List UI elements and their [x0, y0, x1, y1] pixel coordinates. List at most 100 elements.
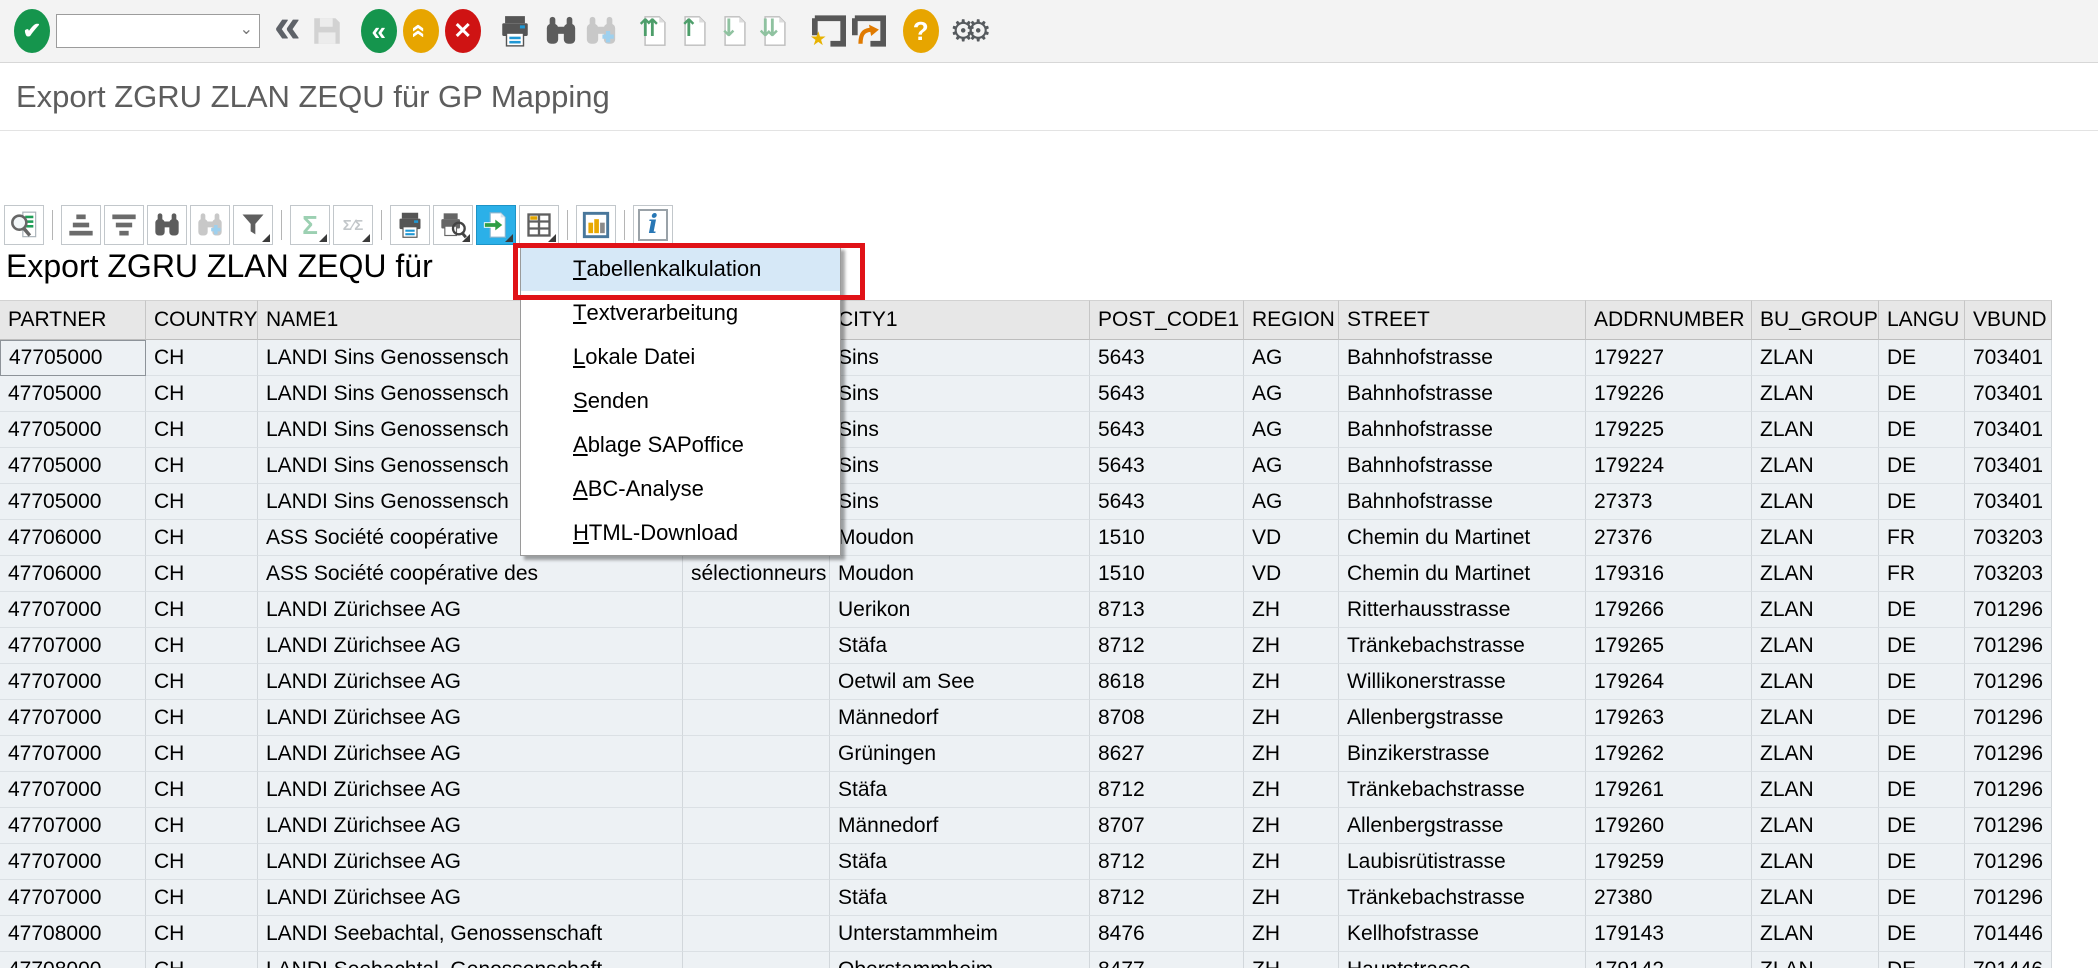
- cell-region[interactable]: ZH: [1244, 844, 1339, 880]
- cell-langu[interactable]: DE: [1879, 340, 1965, 376]
- cell-city1[interactable]: Stäfa: [830, 772, 1090, 808]
- cell-partner[interactable]: 47707000: [0, 772, 146, 808]
- cell-street[interactable]: Bahnhofstrasse: [1339, 376, 1586, 412]
- cell-addrnumber[interactable]: 179316: [1586, 556, 1752, 592]
- column-header-vbund[interactable]: VBUND: [1965, 300, 2052, 340]
- cell-post-code1[interactable]: 8477: [1090, 952, 1244, 968]
- cell-city1[interactable]: Männedorf: [830, 808, 1090, 844]
- graphic-icon[interactable]: [576, 205, 616, 245]
- cell-street[interactable]: Chemin du Martinet: [1339, 520, 1586, 556]
- cell-country[interactable]: CH: [146, 628, 258, 664]
- cell-vbund[interactable]: 701296: [1965, 628, 2052, 664]
- cell-country[interactable]: CH: [146, 952, 258, 968]
- column-header-partner[interactable]: PARTNER: [0, 300, 146, 340]
- cancel-circle-icon[interactable]: ✕: [445, 9, 481, 53]
- cell-langu[interactable]: DE: [1879, 448, 1965, 484]
- command-field[interactable]: ⌄: [56, 14, 260, 48]
- cell-addrnumber[interactable]: 179143: [1586, 916, 1752, 952]
- cell-addrnumber[interactable]: 179259: [1586, 844, 1752, 880]
- column-header-city1[interactable]: CITY1: [830, 300, 1090, 340]
- cell-vbund[interactable]: 703401: [1965, 484, 2052, 520]
- cell-bu-group[interactable]: ZLAN: [1752, 448, 1879, 484]
- cell-vbund[interactable]: 701296: [1965, 592, 2052, 628]
- cell-addrnumber[interactable]: 179264: [1586, 664, 1752, 700]
- cell-vbund[interactable]: 701296: [1965, 772, 2052, 808]
- cell-region[interactable]: AG: [1244, 340, 1339, 376]
- menu-item-lokale-datei[interactable]: Lokale Datei: [521, 335, 840, 379]
- cell-name1[interactable]: LANDI Zürichsee AG: [258, 700, 683, 736]
- cell-country[interactable]: CH: [146, 736, 258, 772]
- cell-street[interactable]: Allenbergstrasse: [1339, 808, 1586, 844]
- cell-addrnumber[interactable]: 179142: [1586, 952, 1752, 968]
- cell-city1[interactable]: Sins: [830, 448, 1090, 484]
- column-header-region[interactable]: REGION: [1244, 300, 1339, 340]
- menu-item-ablage-sapoffice[interactable]: Ablage SAPoffice: [521, 423, 840, 467]
- cell-addrnumber[interactable]: 179224: [1586, 448, 1752, 484]
- cell-vbund[interactable]: 703401: [1965, 412, 2052, 448]
- cell-street[interactable]: Tränkebachstrasse: [1339, 772, 1586, 808]
- menu-item-abc-analyse[interactable]: ABC-Analyse: [521, 467, 840, 511]
- cell-langu[interactable]: DE: [1879, 700, 1965, 736]
- details-icon[interactable]: [4, 205, 44, 245]
- cell-name2[interactable]: [683, 664, 830, 700]
- help-icon[interactable]: ?: [903, 9, 939, 53]
- cell-city1[interactable]: Moudon: [830, 556, 1090, 592]
- cell-region[interactable]: VD: [1244, 520, 1339, 556]
- cell-partner[interactable]: 47707000: [0, 664, 146, 700]
- cell-bu-group[interactable]: ZLAN: [1752, 520, 1879, 556]
- cell-street[interactable]: Bahnhofstrasse: [1339, 412, 1586, 448]
- cell-langu[interactable]: DE: [1879, 736, 1965, 772]
- cell-name2[interactable]: [683, 628, 830, 664]
- print-icon[interactable]: [495, 9, 535, 53]
- cell-country[interactable]: CH: [146, 808, 258, 844]
- cell-langu[interactable]: DE: [1879, 952, 1965, 968]
- cell-street[interactable]: Chemin du Martinet: [1339, 556, 1586, 592]
- command-input[interactable]: [61, 17, 235, 45]
- cell-region[interactable]: ZH: [1244, 592, 1339, 628]
- cell-name1[interactable]: LANDI Zürichsee AG: [258, 880, 683, 916]
- cell-post-code1[interactable]: 5643: [1090, 376, 1244, 412]
- column-header-bu-group[interactable]: BU_GROUP: [1752, 300, 1879, 340]
- choose-layout-icon[interactable]: [519, 205, 559, 245]
- cell-name1[interactable]: LANDI Zürichsee AG: [258, 808, 683, 844]
- cell-city1[interactable]: Sins: [830, 376, 1090, 412]
- cell-country[interactable]: CH: [146, 916, 258, 952]
- cell-bu-group[interactable]: ZLAN: [1752, 736, 1879, 772]
- cell-langu[interactable]: DE: [1879, 376, 1965, 412]
- cell-bu-group[interactable]: ZLAN: [1752, 556, 1879, 592]
- cell-region[interactable]: ZH: [1244, 628, 1339, 664]
- cell-partner[interactable]: 47706000: [0, 556, 146, 592]
- cell-vbund[interactable]: 703401: [1965, 448, 2052, 484]
- cell-region[interactable]: VD: [1244, 556, 1339, 592]
- cell-city1[interactable]: Oetwil am See: [830, 664, 1090, 700]
- cell-region[interactable]: ZH: [1244, 700, 1339, 736]
- cell-partner[interactable]: 47705000: [0, 340, 146, 376]
- cell-vbund[interactable]: 703401: [1965, 376, 2052, 412]
- cell-street[interactable]: Tränkebachstrasse: [1339, 628, 1586, 664]
- cell-vbund[interactable]: 703401: [1965, 340, 2052, 376]
- cell-region[interactable]: ZH: [1244, 772, 1339, 808]
- cell-vbund[interactable]: 701296: [1965, 808, 2052, 844]
- cell-addrnumber[interactable]: 179225: [1586, 412, 1752, 448]
- cell-langu[interactable]: DE: [1879, 664, 1965, 700]
- cell-name1[interactable]: LANDI Seebachtal, Genossenschaft: [258, 952, 683, 968]
- cell-country[interactable]: CH: [146, 340, 258, 376]
- cell-post-code1[interactable]: 5643: [1090, 340, 1244, 376]
- cell-langu[interactable]: DE: [1879, 592, 1965, 628]
- cell-post-code1[interactable]: 1510: [1090, 520, 1244, 556]
- cell-langu[interactable]: DE: [1879, 484, 1965, 520]
- cell-name2[interactable]: [683, 772, 830, 808]
- cell-bu-group[interactable]: ZLAN: [1752, 664, 1879, 700]
- cell-addrnumber[interactable]: 179262: [1586, 736, 1752, 772]
- cell-post-code1[interactable]: 8707: [1090, 808, 1244, 844]
- cell-post-code1[interactable]: 8708: [1090, 700, 1244, 736]
- cell-name1[interactable]: LANDI Zürichsee AG: [258, 592, 683, 628]
- cell-street[interactable]: Tränkebachstrasse: [1339, 880, 1586, 916]
- cell-partner[interactable]: 47708000: [0, 916, 146, 952]
- cell-name2[interactable]: [683, 952, 830, 968]
- cell-vbund[interactable]: 701296: [1965, 700, 2052, 736]
- cell-city1[interactable]: Moudon: [830, 520, 1090, 556]
- cell-post-code1[interactable]: 5643: [1090, 484, 1244, 520]
- find-icon[interactable]: [147, 205, 187, 245]
- cell-partner[interactable]: 47705000: [0, 448, 146, 484]
